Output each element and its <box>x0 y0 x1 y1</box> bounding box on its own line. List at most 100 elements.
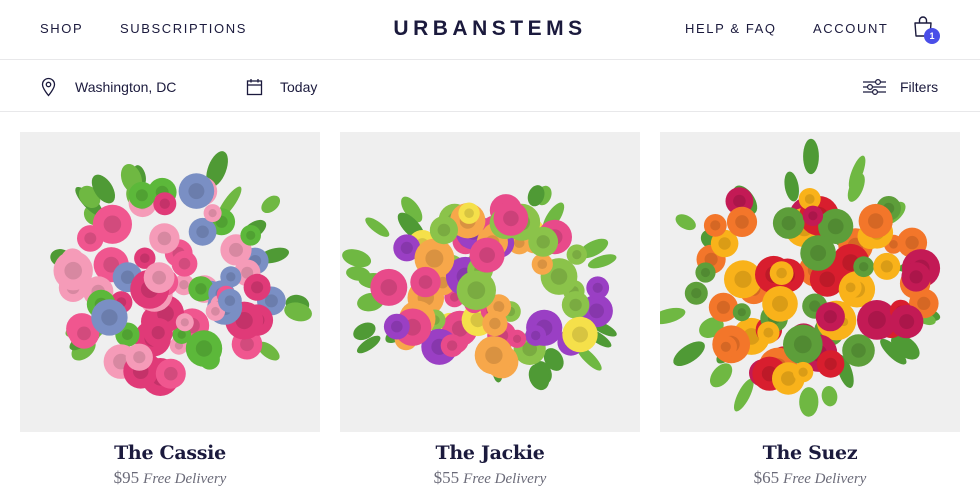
flower-center <box>735 215 749 229</box>
leaf <box>799 387 819 417</box>
date-label: Today <box>280 79 318 95</box>
flower-center <box>737 308 746 317</box>
flower-center <box>151 326 165 340</box>
flower-center <box>720 341 731 352</box>
product-name[interactable]: The Suez <box>660 442 960 464</box>
flower-center <box>776 267 787 279</box>
flower-center <box>493 301 505 313</box>
product-image[interactable] <box>340 132 640 432</box>
flower-center <box>122 329 133 340</box>
product-price-row: $55 Free Delivery <box>340 468 640 488</box>
delivery-note: Free Delivery <box>783 471 867 487</box>
flower-center <box>550 268 568 285</box>
flower-center <box>798 367 808 377</box>
nav-account-link[interactable]: ACCOUNT <box>813 21 888 36</box>
flower-center <box>808 211 818 221</box>
flower-center <box>851 343 866 358</box>
flower-center <box>251 281 264 294</box>
flower-center <box>589 303 604 319</box>
flower-center <box>536 235 550 249</box>
product-price: $95 <box>113 468 140 487</box>
flower-center <box>859 262 869 272</box>
flower-center <box>537 259 548 269</box>
product-image[interactable] <box>660 132 960 432</box>
product-name[interactable]: The Jackie <box>340 442 640 464</box>
flower-center <box>467 281 486 300</box>
flower-center <box>479 247 495 263</box>
flower-center <box>513 334 522 343</box>
flower-center <box>188 183 205 200</box>
bouquet-photo <box>660 138 941 417</box>
product-card[interactable]: The Suez $65 Free Delivery <box>660 132 960 488</box>
product-name[interactable]: The Cassie <box>20 442 320 464</box>
flower-center <box>572 326 588 343</box>
bouquet-photo <box>342 185 617 391</box>
filter-bar: Washington, DC Today Filters <box>0 61 980 112</box>
flower-center <box>391 320 403 333</box>
date-selector[interactable]: Today <box>246 77 317 97</box>
product-card[interactable]: The Cassie $95 Free Delivery <box>20 132 320 488</box>
flower-center <box>157 231 172 246</box>
flower-center <box>177 330 186 339</box>
flower-center <box>823 310 837 324</box>
bouquet-photo <box>50 151 312 396</box>
flower-center <box>195 340 213 357</box>
flower-center <box>178 257 191 270</box>
product-image[interactable] <box>20 132 320 432</box>
leaf <box>803 138 819 175</box>
flower-center <box>226 272 236 282</box>
flower-center <box>133 351 146 364</box>
flower-center <box>700 267 711 278</box>
flower-center <box>208 209 217 218</box>
flower-center <box>592 282 603 293</box>
flower-center <box>101 309 118 326</box>
flower-center <box>889 240 898 249</box>
flower-center <box>710 220 721 231</box>
flower-center <box>437 223 451 237</box>
flower-center <box>810 245 827 261</box>
nav-help-faq-link[interactable]: HELP & FAQ <box>685 21 777 36</box>
filters-button[interactable]: Filters <box>862 77 938 97</box>
calendar-icon <box>246 79 263 96</box>
flower-center <box>718 237 731 250</box>
flower-center <box>77 326 91 341</box>
flower-center <box>503 210 519 227</box>
flower-center <box>246 230 256 240</box>
top-navigation: SHOP SUBSCRIPTIONS URBANSTEMS HELP & FAQ… <box>0 0 980 60</box>
flower-center <box>734 270 752 288</box>
flower-center <box>489 317 501 330</box>
cart-button[interactable]: 1 <box>912 15 942 45</box>
flower-center <box>135 189 148 202</box>
flower-center <box>196 225 209 239</box>
flower-center <box>531 330 541 341</box>
leaf <box>660 307 686 325</box>
flower-center <box>733 194 746 208</box>
flower-center <box>179 280 189 290</box>
flower-center <box>772 295 788 312</box>
product-price-row: $95 Free Delivery <box>20 468 320 488</box>
leaf <box>673 341 705 367</box>
flower-center <box>827 218 844 235</box>
flower-center <box>867 310 886 329</box>
location-label: Washington, DC <box>75 79 177 95</box>
flower-center <box>909 270 923 284</box>
flower-center <box>804 194 815 204</box>
flower-center <box>845 282 856 293</box>
flower-center <box>716 300 730 314</box>
flower-center <box>763 327 774 338</box>
leaf <box>675 214 696 231</box>
cart-count-badge: 1 <box>924 28 940 44</box>
flower-center <box>868 213 884 229</box>
flower-center <box>572 250 582 260</box>
map-pin-icon <box>41 77 56 97</box>
flower-center <box>905 235 919 250</box>
product-price-row: $65 Free Delivery <box>660 468 960 488</box>
location-selector[interactable]: Washington, DC <box>40 77 176 97</box>
flower-center <box>569 298 582 312</box>
flower-center <box>180 318 189 327</box>
flower-center <box>103 215 122 234</box>
filters-label: Filters <box>900 79 939 95</box>
flower-center <box>159 198 170 209</box>
product-card[interactable]: The Jackie $55 Free Delivery <box>340 132 640 488</box>
leaf <box>365 217 390 237</box>
